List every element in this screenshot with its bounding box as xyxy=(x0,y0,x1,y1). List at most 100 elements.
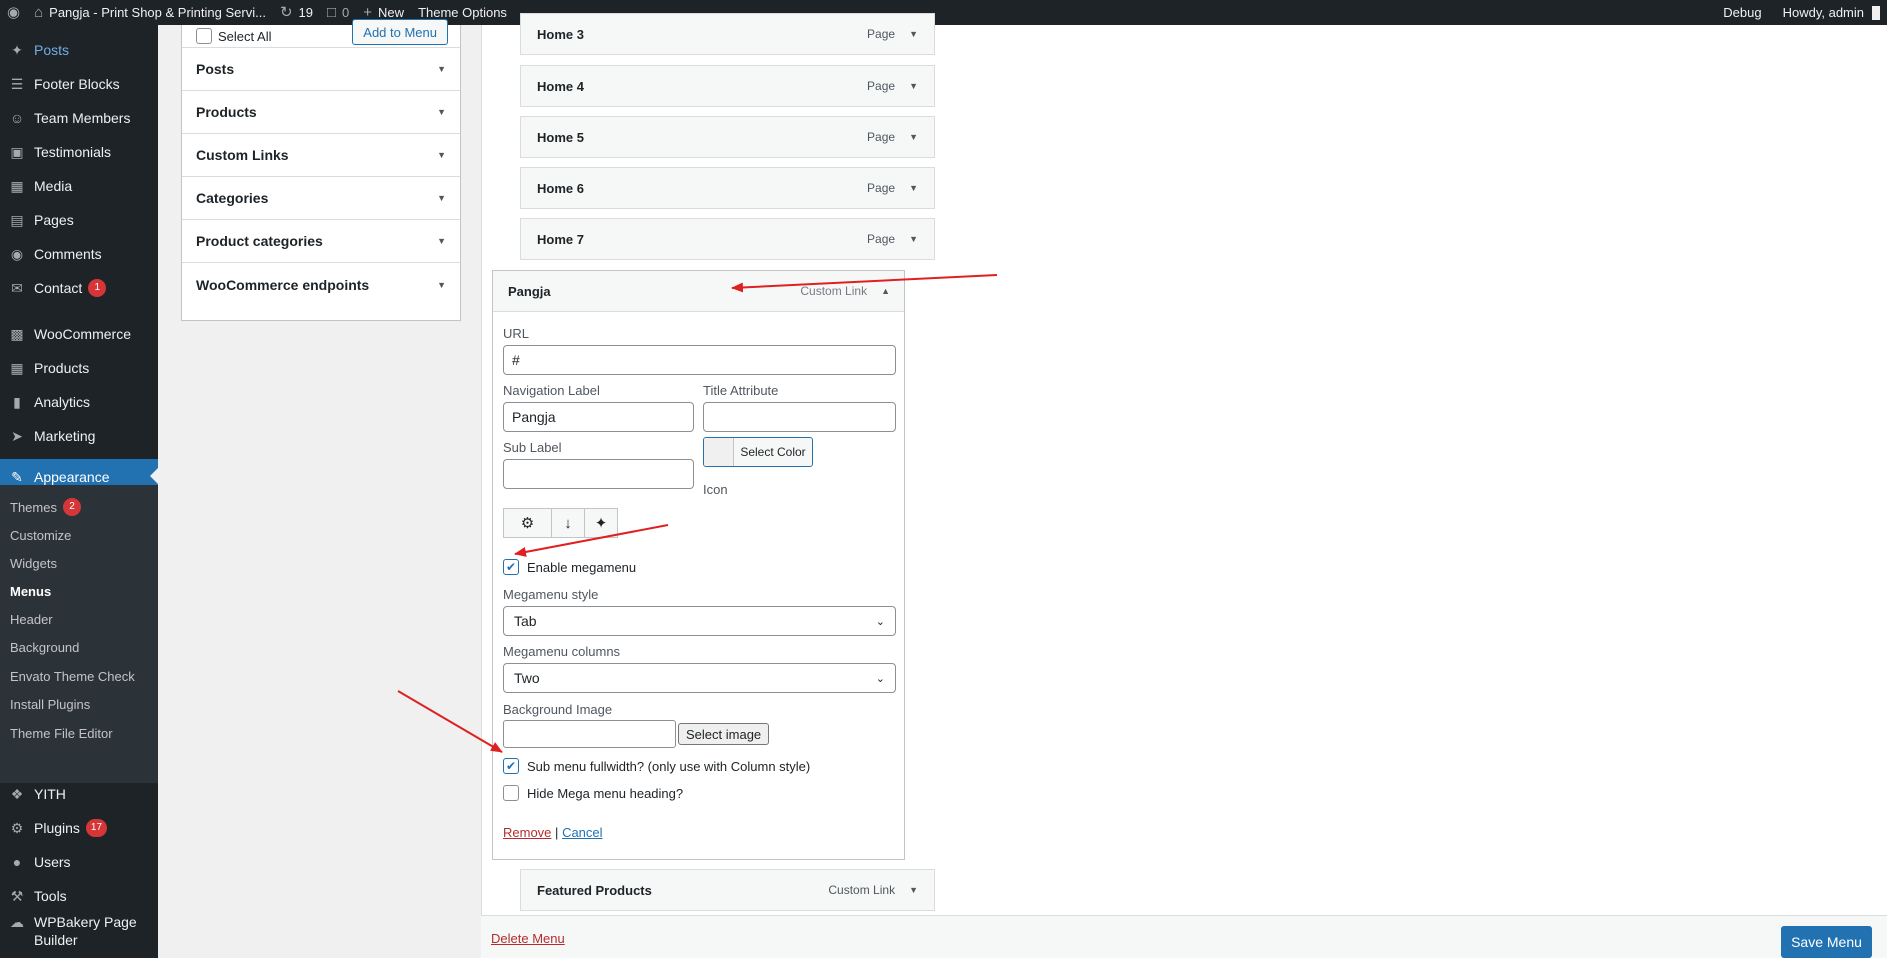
accordion-section-woocommerce-endpoints[interactable]: WooCommerce endpoints ▼ xyxy=(182,263,460,306)
sidebar-item-wpbakery[interactable]: ☁ WPBakery Page Builder xyxy=(0,905,158,953)
select-color-button[interactable]: Select Color xyxy=(703,437,813,467)
submenu-item-install-plugins[interactable]: Install Plugins xyxy=(10,694,90,714)
select-all-label: Select All xyxy=(218,28,272,44)
caret-down-icon[interactable]: ▼ xyxy=(909,132,918,142)
sub-menu-fullwidth-label: Sub menu fullwidth? (only use with Colum… xyxy=(527,758,811,774)
background-image-field[interactable] xyxy=(503,720,676,748)
submenu-item-menus[interactable]: Menus xyxy=(10,581,51,601)
sidebar-item-yith[interactable]: ❖ YITH xyxy=(0,777,158,811)
sidebar-item-label: Testimonials xyxy=(34,144,112,160)
submenu-item-label: Themes xyxy=(10,499,57,515)
sidebar-item-plugins[interactable]: ⚙ Plugins 17 xyxy=(0,811,158,845)
remove-link[interactable]: Remove xyxy=(503,825,551,840)
arrow-down-icon[interactable]: ↓ xyxy=(551,508,585,538)
debug-link[interactable]: Debug xyxy=(1716,0,1775,25)
site-title: Pangja - Print Shop & Printing Servi... xyxy=(49,5,266,20)
submenu-item-themes[interactable]: Themes 2 xyxy=(10,497,81,517)
enable-megamenu-checkbox[interactable] xyxy=(503,559,519,575)
sub-label-field[interactable] xyxy=(503,459,694,489)
sidebar-item-label: Footer Blocks xyxy=(34,76,120,92)
accordion-section-products[interactable]: Products ▼ xyxy=(182,91,460,134)
caret-down-icon: ▼ xyxy=(437,150,446,160)
team-icon: ☺ xyxy=(9,110,25,126)
accordion-section-posts[interactable]: Posts ▼ xyxy=(182,48,460,91)
accordion-section-custom-links[interactable]: Custom Links ▼ xyxy=(182,134,460,177)
menu-item-title: Home 6 xyxy=(537,180,584,196)
accordion-section-categories[interactable]: Categories ▼ xyxy=(182,177,460,220)
media-icon: ▦ xyxy=(10,177,24,194)
sidebar-item-label: YITH xyxy=(34,786,66,802)
appearance-submenu: Themes 2 Customize Widgets Menus Header … xyxy=(0,485,158,783)
sidebar-item-analytics[interactable]: ▮ Analytics xyxy=(0,385,158,419)
sidebar-item-pages[interactable]: ▤ Pages xyxy=(0,203,158,237)
submenu-item-background[interactable]: Background xyxy=(10,637,79,657)
yith-icon: ❖ xyxy=(10,785,24,802)
menu-item-home-5[interactable]: Home 5 Page ▼ xyxy=(520,116,935,158)
select-image-button[interactable]: Select image xyxy=(678,723,770,745)
mail-icon: ✉ xyxy=(11,279,23,296)
submenu-item-customize[interactable]: Customize xyxy=(10,525,71,545)
caret-down-icon[interactable]: ▼ xyxy=(909,81,918,91)
select-all-checkbox[interactable] xyxy=(196,28,212,44)
admin-sidebar: ✦ Posts ☰ Footer Blocks ☺ Team Members ▣… xyxy=(0,25,158,958)
accordion-section-product-categories[interactable]: Product categories ▼ xyxy=(182,220,460,263)
menu-item-header[interactable]: Pangja Custom Link ▲ xyxy=(493,271,904,312)
megamenu-columns-select[interactable]: Two ⌄ xyxy=(503,663,896,693)
sidebar-item-contact[interactable]: ✉ Contact 1 xyxy=(0,271,158,305)
title-attribute-field[interactable] xyxy=(703,402,896,432)
navigation-label-field[interactable]: Pangja xyxy=(503,402,694,432)
caret-down-icon[interactable]: ▼ xyxy=(909,29,918,39)
plugins-icon: ⚙ xyxy=(10,819,24,836)
wordpress-logo-button[interactable]: ◉ xyxy=(0,0,27,25)
tools-icon: ⚒ xyxy=(10,887,24,904)
sidebar-item-marketing[interactable]: ➤ Marketing xyxy=(0,419,158,453)
menu-item-home-6[interactable]: Home 6 Page ▼ xyxy=(520,167,935,209)
caret-up-icon[interactable]: ▲ xyxy=(881,286,890,296)
site-name-link[interactable]: ⌂ Pangja - Print Shop & Printing Servi..… xyxy=(27,0,273,25)
megamenu-style-label: Megamenu style xyxy=(503,587,599,602)
save-menu-button[interactable]: Save Menu xyxy=(1781,926,1872,958)
updates-link[interactable]: ↻ 19 xyxy=(273,0,320,25)
submenu-item-theme-file-editor[interactable]: Theme File Editor xyxy=(10,723,113,743)
sidebar-item-label: WooCommerce xyxy=(34,326,131,342)
sidebar-item-label: Media xyxy=(34,178,73,194)
url-field[interactable]: # xyxy=(503,345,896,375)
account-link[interactable]: Howdy, admin xyxy=(1776,0,1887,25)
sidebar-item-products[interactable]: ▦ Products xyxy=(0,351,158,385)
magic-wand-icon[interactable]: ✦ xyxy=(584,508,618,538)
menu-item-home-7[interactable]: Home 7 Page ▼ xyxy=(520,218,935,260)
sidebar-item-label: Comments xyxy=(34,246,102,262)
wpbakery-icon: ☁ xyxy=(10,913,24,930)
add-to-menu-button[interactable]: Add to Menu xyxy=(352,19,448,45)
caret-down-icon[interactable]: ▼ xyxy=(909,234,918,244)
sub-menu-fullwidth-checkbox[interactable] xyxy=(503,758,519,774)
sidebar-item-footer-blocks[interactable]: ☰ Footer Blocks xyxy=(0,67,158,101)
comments-link[interactable]: □ 0 xyxy=(320,0,356,25)
caret-down-icon[interactable]: ▼ xyxy=(909,885,918,895)
menu-item-featured-products[interactable]: Featured Products Custom Link ▼ xyxy=(520,869,935,911)
cancel-link[interactable]: Cancel xyxy=(562,825,602,840)
sidebar-item-woocommerce[interactable]: ▩ WooCommerce xyxy=(0,317,158,351)
sidebar-item-team-members[interactable]: ☺ Team Members xyxy=(0,101,158,135)
submenu-item-widgets[interactable]: Widgets xyxy=(10,553,57,573)
submenu-item-envato-theme-check[interactable]: Envato Theme Check xyxy=(10,666,135,686)
hide-heading-checkbox[interactable] xyxy=(503,785,519,801)
settings-gears-icon[interactable]: ⚙ xyxy=(503,508,552,538)
sidebar-item-media[interactable]: ▦ Media xyxy=(0,169,158,203)
submenu-item-header[interactable]: Header xyxy=(10,609,53,629)
enable-megamenu-row: Enable megamenu xyxy=(503,559,636,575)
menu-item-home-4[interactable]: Home 4 Page ▼ xyxy=(520,65,935,107)
delete-menu-link[interactable]: Delete Menu xyxy=(491,931,565,946)
products-icon: ▦ xyxy=(10,359,24,376)
admin-bar: ◉ ⌂ Pangja - Print Shop & Printing Servi… xyxy=(0,0,1887,25)
sidebar-item-users[interactable]: ● Users xyxy=(0,845,158,879)
sidebar-item-comments[interactable]: ◉ Comments xyxy=(0,237,158,271)
sidebar-item-posts[interactable]: ✦ Posts xyxy=(0,33,158,67)
sidebar-item-testimonials[interactable]: ▣ Testimonials xyxy=(0,135,158,169)
caret-down-icon[interactable]: ▼ xyxy=(909,183,918,193)
accordion-section-title: Products xyxy=(196,104,257,120)
megaphone-icon: ➤ xyxy=(11,427,23,444)
menu-item-home-3[interactable]: Home 3 Page ▼ xyxy=(520,13,935,55)
megamenu-style-select[interactable]: Tab ⌄ xyxy=(503,606,896,636)
debug-label: Debug xyxy=(1723,5,1762,20)
